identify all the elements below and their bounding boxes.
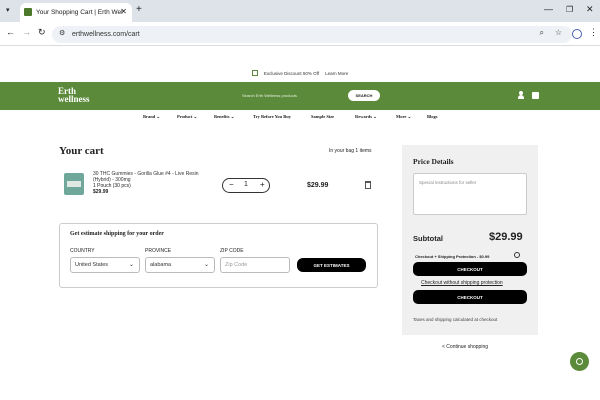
taxes-note: Taxes and shipping calculated at checkou…	[413, 317, 498, 322]
checkout-label: CHECKOUT	[457, 266, 483, 272]
restore-icon[interactable]: ❐	[566, 5, 573, 14]
province-value: alabama	[150, 262, 172, 268]
country-select[interactable]: United States ⌄	[70, 257, 140, 273]
increase-quantity-button[interactable]: +	[260, 180, 265, 189]
info-icon[interactable]	[514, 252, 520, 258]
country-value: United States	[75, 262, 109, 268]
search-button-label: SEARCH	[355, 93, 373, 98]
chevron-down-icon: ⌄	[203, 262, 209, 268]
tab-list-icon[interactable]: ▾	[6, 6, 10, 14]
back-icon[interactable]: ←	[6, 27, 15, 37]
tab-close-icon[interactable]: ✕	[120, 7, 127, 16]
menu-item-try-before[interactable]: Try Before You Buy	[253, 114, 291, 119]
url-field[interactable]: ⚙ erthwellness.com/cart ⌕ ☆	[52, 26, 572, 43]
profile-icon[interactable]	[572, 29, 582, 39]
subtotal-label: Subtotal	[413, 234, 443, 243]
province-select[interactable]: alabama ⌄	[145, 257, 215, 273]
product-image[interactable]	[64, 173, 84, 195]
checkout-without-protection-link[interactable]: Checkout without shipping protection	[421, 280, 503, 286]
quantity-value[interactable]: 1	[244, 181, 248, 188]
browser-tab[interactable]: Your Shopping Cart | Erth Wel ✕	[20, 3, 132, 22]
zip-code-input[interactable]: Zip Code	[220, 257, 290, 273]
promo-text: Exclusive Discount 50% Off	[263, 70, 320, 76]
browser-menu-icon[interactable]: ⋮	[589, 27, 598, 38]
price-details-title: Price Details	[413, 157, 454, 166]
line-total: $29.99	[307, 182, 329, 189]
cart-icon[interactable]	[532, 92, 539, 99]
browser-tab-bar: ▾ Your Shopping Cart | Erth Wel ✕ + — ❐ …	[0, 0, 600, 22]
cart-count: In your bag 1 items	[329, 148, 372, 154]
checkout-label-2: CHECKOUT	[457, 294, 483, 300]
bookmark-star-icon[interactable]: ☆	[555, 28, 562, 37]
site-logo[interactable]: Erth wellness	[58, 87, 90, 104]
menu-item-rewards[interactable]: Rewards ⌄	[355, 114, 377, 120]
new-tab-icon[interactable]: +	[136, 4, 142, 15]
minimize-icon[interactable]: —	[544, 4, 553, 14]
get-estimates-label: GET ESTIMATES	[313, 262, 350, 268]
province-label: PROVINCE	[145, 248, 172, 254]
url-text: erthwellness.com/cart	[72, 31, 140, 38]
chat-widget-button[interactable]	[570, 352, 589, 371]
seller-instructions-textarea[interactable]: Special instructions for seller	[413, 173, 527, 215]
menu-item-benefits[interactable]: Benefits ⌄	[214, 114, 234, 120]
menu-item-blogs[interactable]: Blogs	[427, 114, 438, 119]
main-menu: Brand ⌄ Product ⌄ Benefits ⌄ Try Before …	[0, 110, 600, 124]
cart-item-info: 30 THC Gummies - Gorilla Glue #4 - Live …	[93, 171, 205, 195]
search-input[interactable]: Search Erth Wellness products	[242, 90, 350, 101]
subtotal-value: $29.99	[489, 231, 523, 243]
instructions-placeholder: Special instructions for seller	[419, 180, 477, 185]
search-button[interactable]: SEARCH	[348, 90, 380, 101]
search-placeholder: Search Erth Wellness products	[242, 93, 297, 98]
site-header: Erth wellness Search Erth Wellness produ…	[0, 82, 600, 110]
menu-item-brand[interactable]: Brand ⌄	[143, 114, 160, 120]
zoom-icon[interactable]: ⌕	[540, 28, 544, 38]
product-price: $29.99	[93, 189, 109, 195]
decrease-quantity-button[interactable]: −	[229, 180, 234, 189]
continue-shopping-link[interactable]: < Continue shopping	[442, 344, 488, 350]
checkout-button[interactable]: CHECKOUT	[413, 262, 527, 276]
menu-item-sample-size[interactable]: Sample Size	[311, 114, 334, 119]
checkout-button-2[interactable]: CHECKOUT	[413, 290, 527, 304]
quantity-stepper: − 1 +	[222, 178, 270, 193]
site-info-icon[interactable]: ⚙	[59, 29, 65, 37]
menu-item-more[interactable]: More ⌄	[396, 114, 411, 120]
logo-line-2: wellness	[58, 94, 90, 104]
country-label: COUNTRY	[70, 248, 95, 254]
menu-item-product[interactable]: Product ⌄	[177, 114, 197, 120]
forward-icon[interactable]: →	[22, 27, 31, 37]
account-icon[interactable]	[518, 91, 524, 99]
gift-icon	[251, 70, 258, 76]
promo-link[interactable]: Learn More	[325, 71, 348, 76]
zip-placeholder: Zip Code	[225, 262, 248, 268]
page-title: Your cart	[59, 145, 104, 157]
chevron-down-icon: ⌄	[128, 262, 134, 268]
chat-icon	[576, 358, 583, 365]
protection-text: Checkout + Shipping Protection - $0.99	[415, 254, 490, 259]
trash-icon[interactable]	[365, 181, 371, 189]
site-favicon-icon	[24, 8, 32, 16]
product-name[interactable]: 30 THC Gummies - Gorilla Glue #4 - Live …	[93, 171, 205, 183]
window-close-icon[interactable]: ✕	[586, 4, 594, 15]
promo-bar: Exclusive Discount 50% Off Learn More	[0, 64, 600, 82]
tab-title: Your Shopping Cart | Erth Wel	[36, 9, 123, 16]
zip-label: ZIP CODE	[220, 248, 244, 254]
shipping-title: Get estimate shipping for your order	[70, 231, 164, 237]
reload-icon[interactable]: ↻	[38, 27, 46, 38]
get-estimates-button[interactable]: GET ESTIMATES	[297, 258, 366, 272]
